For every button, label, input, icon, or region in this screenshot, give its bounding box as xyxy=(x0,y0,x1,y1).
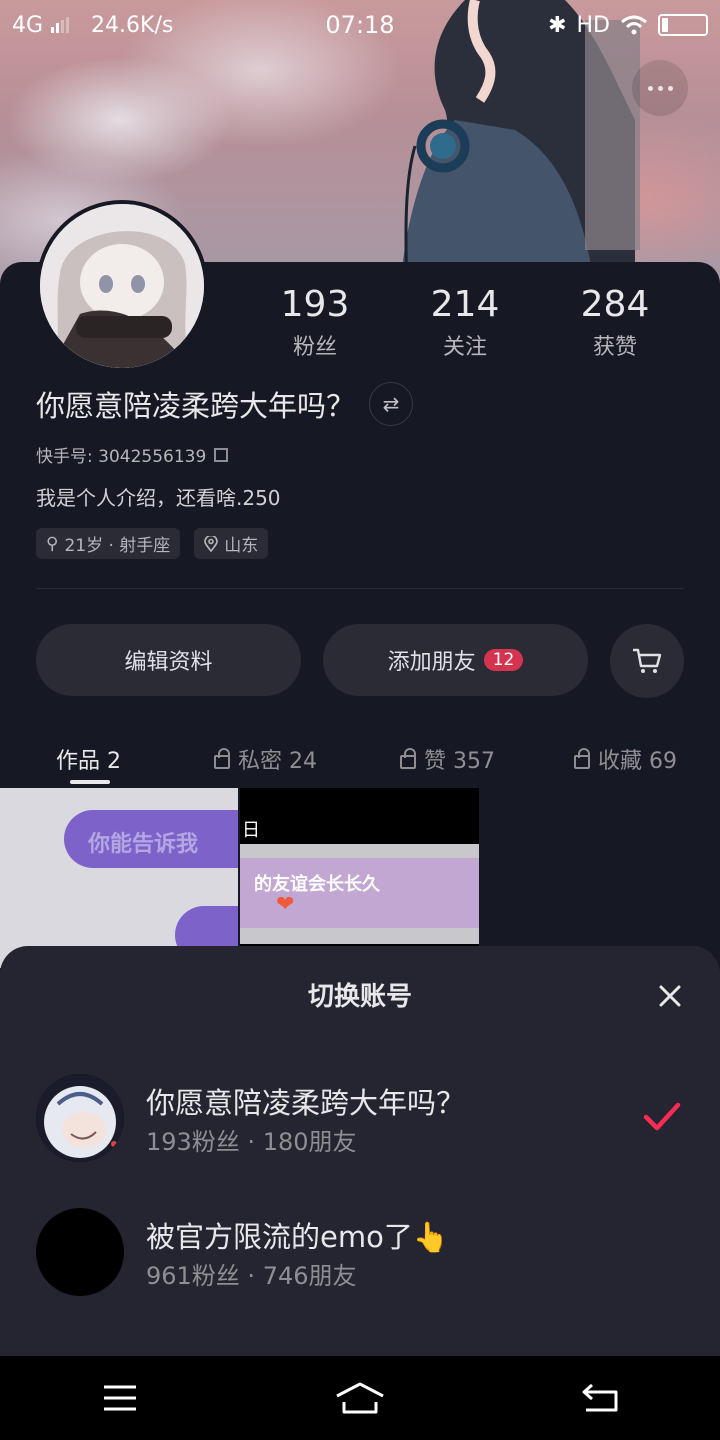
close-icon[interactable] xyxy=(656,982,684,1010)
gender-icon: ⚲ xyxy=(46,533,59,554)
tab-liked[interactable]: 赞 357 xyxy=(400,743,495,775)
active-tab-indicator xyxy=(70,780,110,784)
more-options-button[interactable] xyxy=(632,60,688,116)
profile-name-row: 你愿意陪凌柔跨大年吗？ ⇄ xyxy=(36,382,414,426)
profile-tags: ⚲ 21岁 · 射手座 山东 xyxy=(36,528,269,559)
account-name: 被官方限流的emo了👆 xyxy=(146,1220,449,1254)
age-tag: ⚲ 21岁 · 射手座 xyxy=(36,528,181,559)
lock-icon xyxy=(400,748,416,769)
location-tag: 山东 xyxy=(194,528,269,559)
lock-icon xyxy=(214,748,230,769)
edit-profile-button[interactable]: 编辑资料 xyxy=(36,624,301,696)
account-stats: 193粉丝 · 180朋友 xyxy=(146,1128,357,1156)
location-tag-label: 山东 xyxy=(224,536,259,556)
likes-count: 284 xyxy=(580,284,650,325)
followers-stat[interactable]: 193 粉丝 xyxy=(240,285,390,361)
tab-favorites-label: 收藏 69 xyxy=(598,749,677,774)
switch-account-sheet: 切换账号 你愿意陪凌柔跨大年吗？ 193粉丝 · 180朋友 被官方限流的emo… xyxy=(0,946,720,1356)
heart-icon: ❤ xyxy=(276,892,295,917)
checkmark-icon xyxy=(643,1102,681,1131)
age-tag-label: 21岁 · 射手座 xyxy=(64,536,171,556)
following-label: 关注 xyxy=(442,335,487,360)
home-icon xyxy=(336,1382,384,1414)
user-id-row[interactable]: 快手号: 3042556139 xyxy=(36,442,229,467)
likes-label: 获赞 xyxy=(592,335,637,360)
followers-label: 粉丝 xyxy=(292,335,337,360)
profile-actions: 编辑资料 添加朋友 12 xyxy=(36,624,684,698)
profile-bio: 我是个人介绍，还看啥.250 xyxy=(36,486,281,510)
wifi-icon xyxy=(621,15,647,35)
tab-private[interactable]: 私密 24 xyxy=(214,743,317,775)
tab-works-label: 作品 2 xyxy=(56,749,121,774)
home-button[interactable] xyxy=(330,1373,390,1423)
avatar[interactable] xyxy=(36,200,208,372)
account-avatar xyxy=(36,1208,124,1296)
cart-icon xyxy=(633,648,662,673)
location-icon xyxy=(204,535,219,552)
account-name: 你愿意陪凌柔跨大年吗？ xyxy=(146,1086,466,1120)
switch-account-icon[interactable]: ⇄ xyxy=(369,382,414,426)
hd-indicator: HD xyxy=(576,12,610,38)
back-button[interactable] xyxy=(570,1373,630,1423)
add-friend-button[interactable]: 添加朋友 12 xyxy=(323,624,588,696)
likes-stat[interactable]: 284 获赞 xyxy=(540,285,690,361)
following-stat[interactable]: 214 关注 xyxy=(390,285,540,361)
edit-profile-label: 编辑资料 xyxy=(124,650,213,675)
profile-name: 你愿意陪凌柔跨大年吗？ xyxy=(36,389,356,423)
battery-icon xyxy=(658,14,708,36)
signal-icon xyxy=(51,17,70,33)
network-type: 4G xyxy=(12,12,44,38)
thumbnail-caption: 你能告诉我 xyxy=(88,832,199,857)
back-icon xyxy=(582,1383,618,1412)
tab-private-label: 私密 24 xyxy=(238,749,317,774)
divider xyxy=(36,588,684,589)
works-grid: 你能告诉我 日 的友谊会长长久 ❤ xyxy=(0,788,720,968)
work-thumbnail[interactable]: 你能告诉我 xyxy=(0,788,238,968)
network-speed: 24.6K/s xyxy=(91,12,174,38)
lock-icon xyxy=(574,748,590,769)
add-friend-badge: 12 xyxy=(483,649,524,671)
profile-stats: 193 粉丝 214 关注 284 获赞 xyxy=(240,285,690,361)
menu-button[interactable] xyxy=(90,1373,150,1423)
menu-icon xyxy=(104,1385,136,1411)
account-item-current[interactable]: 你愿意陪凌柔跨大年吗？ 193粉丝 · 180朋友 xyxy=(36,1074,686,1164)
tab-works[interactable]: 作品 2 xyxy=(56,743,121,775)
work-thumbnail[interactable]: 日 的友谊会长长久 ❤ xyxy=(240,788,479,968)
status-bar: 4G 24.6K/s 07:18 ✱ HD xyxy=(0,0,720,50)
sheet-title: 切换账号 xyxy=(307,982,412,1012)
system-navigation-bar xyxy=(0,1356,720,1440)
thumbnail-caption: 日 xyxy=(242,820,260,841)
tab-liked-label: 赞 357 xyxy=(424,749,495,774)
account-item-other[interactable]: 被官方限流的emo了👆 961粉丝 · 746朋友 xyxy=(36,1208,686,1298)
bluetooth-icon: ✱ xyxy=(548,12,567,38)
shopping-cart-button[interactable] xyxy=(610,624,684,698)
thumbnail-caption: 的友谊会长长久 xyxy=(254,874,380,895)
qr-code-icon[interactable] xyxy=(214,447,229,462)
account-stats: 961粉丝 · 746朋友 xyxy=(146,1262,357,1290)
add-friend-label: 添加朋友 xyxy=(387,650,476,675)
followers-count: 193 xyxy=(280,284,350,325)
account-avatar xyxy=(36,1074,124,1162)
following-count: 214 xyxy=(430,284,500,325)
user-id: 快手号: 3042556139 xyxy=(36,447,207,467)
tab-favorites[interactable]: 收藏 69 xyxy=(574,743,677,775)
